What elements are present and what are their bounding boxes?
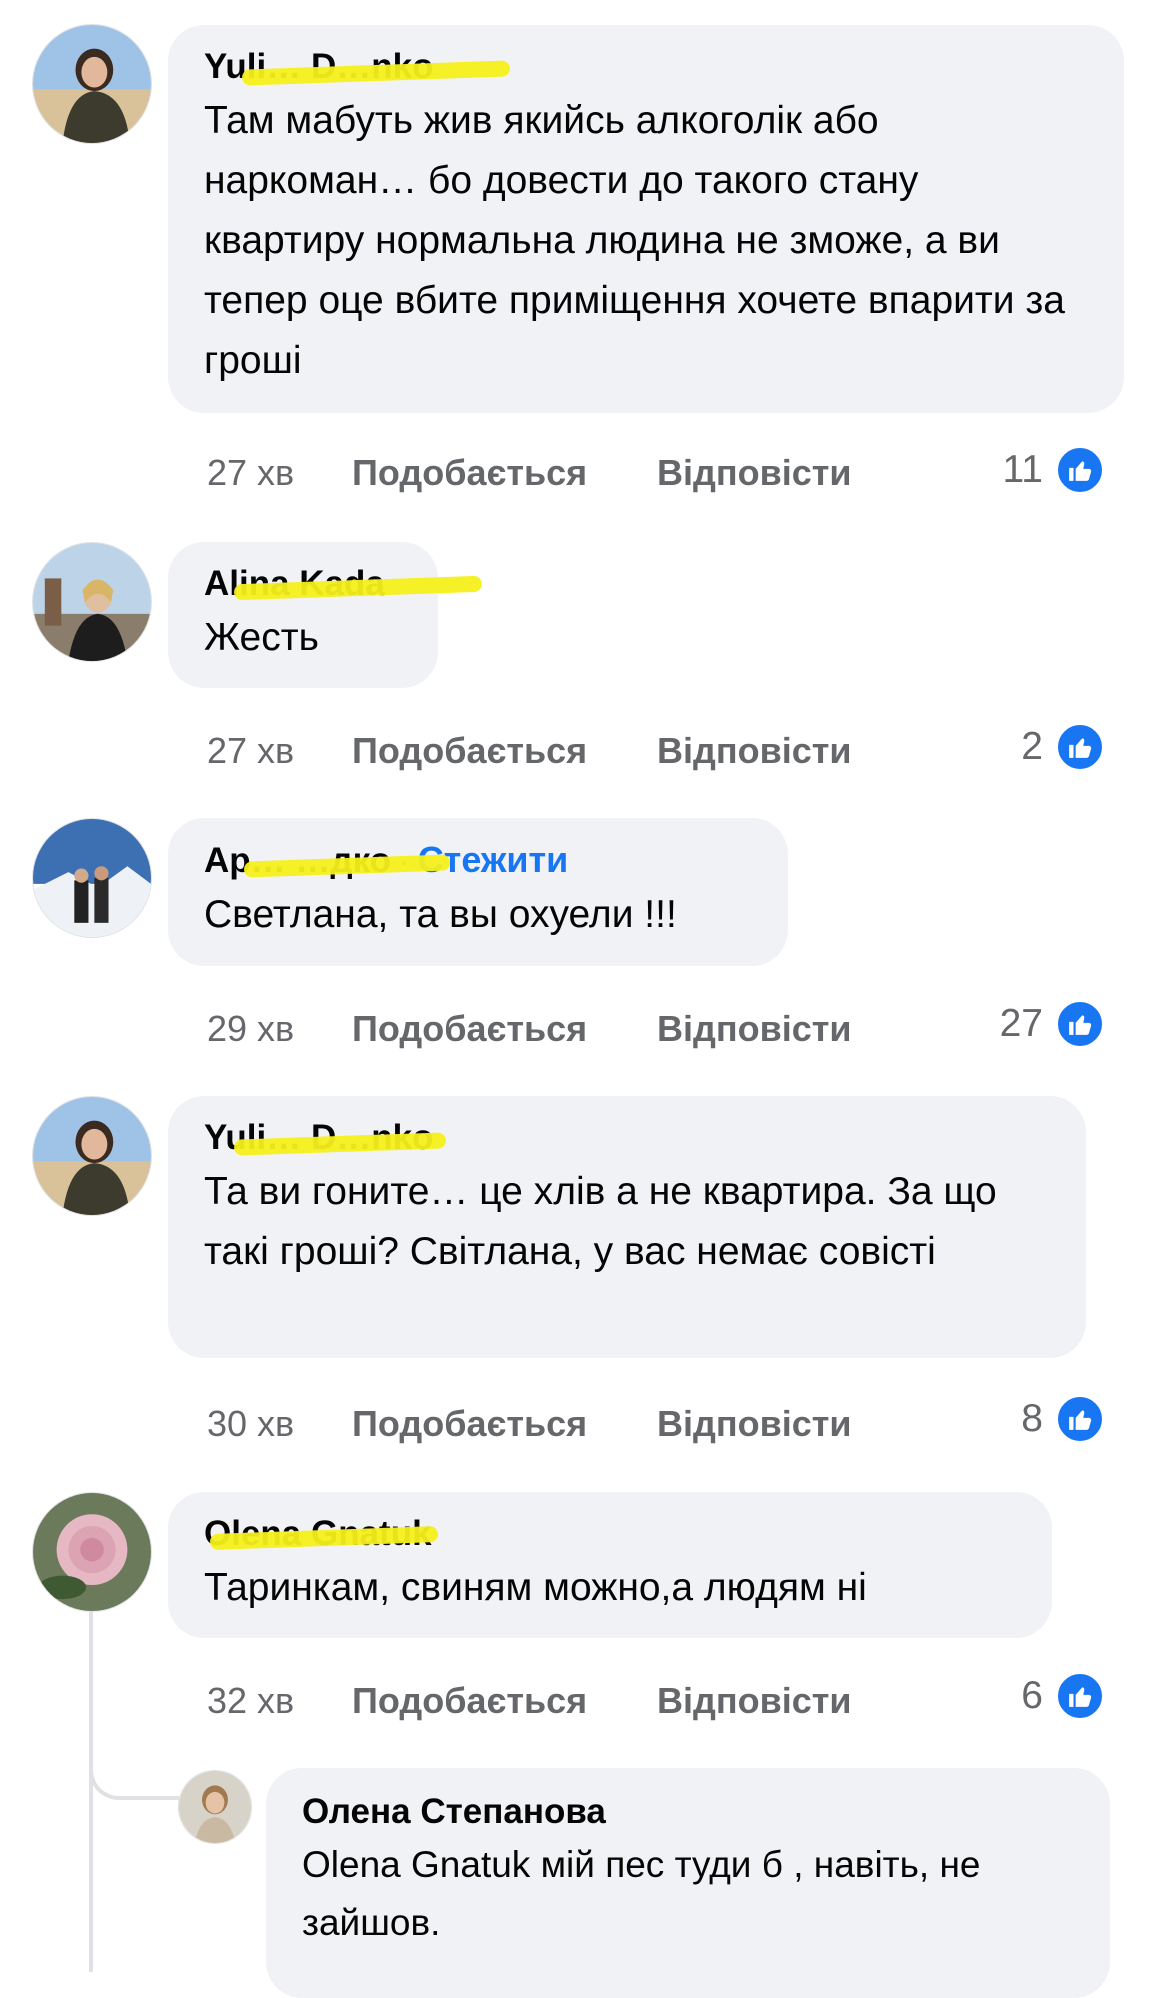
reply-button[interactable]: Відповісти bbox=[657, 1403, 852, 1445]
like-button[interactable]: Подобається bbox=[352, 730, 587, 772]
thread-line bbox=[89, 1612, 93, 1972]
comment-bubble: Yuli… D…nko Там мабуть жив якийсь алкого… bbox=[168, 25, 1124, 413]
reaction-number: 8 bbox=[1021, 1397, 1043, 1440]
reaction-count[interactable]: 2 bbox=[1021, 722, 1105, 772]
reply-text: Olena Gnatuk мій пес туди б , навіть, не… bbox=[302, 1844, 981, 1943]
like-icon bbox=[1055, 1671, 1105, 1721]
avatar[interactable] bbox=[32, 542, 152, 662]
reaction-count[interactable]: 6 bbox=[1021, 1671, 1105, 1721]
like-button[interactable]: Подобається bbox=[352, 1680, 587, 1722]
avatar[interactable] bbox=[178, 1770, 252, 1844]
comment-bubble: Yuli… D…nko Та ви гоните… це хлів а не к… bbox=[168, 1096, 1086, 1358]
thread-connector bbox=[89, 1740, 179, 1800]
comment-text: Там мабуть жив якийсь алкоголік або нарк… bbox=[204, 99, 1065, 382]
reply-button[interactable]: Відповісти bbox=[657, 730, 852, 772]
comment-time[interactable]: 30 хв bbox=[207, 1403, 294, 1445]
reaction-number: 2 bbox=[1021, 725, 1043, 768]
reaction-count[interactable]: 11 bbox=[1002, 445, 1105, 495]
reaction-count[interactable]: 27 bbox=[1000, 999, 1105, 1049]
reply-author[interactable]: Олена Степанова bbox=[302, 1790, 606, 1834]
avatar[interactable] bbox=[32, 24, 152, 144]
comment-time[interactable]: 32 хв bbox=[207, 1680, 294, 1722]
comment-bubble: Ар… …дко·Стежити Светлана, та вы охуели … bbox=[168, 818, 788, 966]
like-icon bbox=[1055, 1394, 1105, 1444]
reaction-count[interactable]: 8 bbox=[1021, 1394, 1105, 1444]
reply-button[interactable]: Відповісти bbox=[657, 1680, 852, 1722]
like-button[interactable]: Подобається bbox=[352, 1403, 587, 1445]
comment-bubble: Alina Kada Жесть bbox=[168, 542, 483, 688]
avatar[interactable] bbox=[32, 1096, 152, 1216]
comment-author[interactable]: Olena Gnatuk bbox=[204, 1512, 439, 1556]
comment-time[interactable]: 27 хв bbox=[207, 452, 294, 494]
comment-time[interactable]: 27 хв bbox=[207, 730, 294, 772]
comment-time[interactable]: 29 хв bbox=[207, 1008, 294, 1050]
comment-text: Жесть bbox=[204, 616, 319, 659]
like-button[interactable]: Подобається bbox=[352, 452, 587, 494]
comment-bubble: Olena Gnatuk Таринкам, свиням можно,а лю… bbox=[168, 1492, 1052, 1638]
comment-author[interactable]: Ар… …дко·Стежити bbox=[204, 838, 568, 883]
reply-button[interactable]: Відповісти bbox=[657, 452, 852, 494]
reaction-number: 11 bbox=[1002, 448, 1044, 491]
like-icon bbox=[1055, 445, 1105, 495]
reply-bubble: Олена Степанова Olena Gnatuk мій пес туд… bbox=[266, 1768, 1110, 1998]
comment-text: Та ви гоните… це хлів а не квартира. За … bbox=[204, 1170, 997, 1273]
avatar[interactable] bbox=[32, 1492, 152, 1612]
comment-author[interactable]: Yuli… D…nko bbox=[204, 45, 511, 89]
like-button[interactable]: Подобається bbox=[352, 1008, 587, 1050]
like-icon bbox=[1055, 722, 1105, 772]
like-icon bbox=[1055, 999, 1105, 1049]
reaction-number: 6 bbox=[1021, 1674, 1043, 1717]
avatar[interactable] bbox=[32, 818, 152, 938]
comment-author[interactable]: Alina Kada bbox=[204, 562, 483, 606]
comment-text: Таринкам, свиням можно,а людям ні bbox=[204, 1566, 867, 1609]
reaction-number: 27 bbox=[999, 1002, 1043, 1045]
reply-button[interactable]: Відповісти bbox=[657, 1008, 852, 1050]
comment-author[interactable]: Yuli… D…nko bbox=[204, 1116, 447, 1160]
comment-text: Светлана, та вы охуели !!! bbox=[204, 893, 677, 936]
